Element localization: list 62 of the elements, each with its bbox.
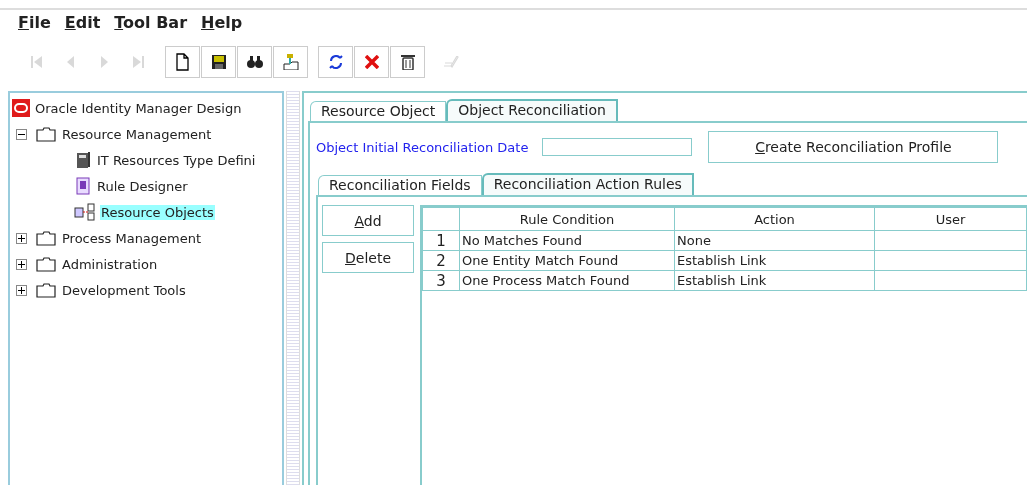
table-cell: One Entity Match Found (459, 250, 675, 271)
table-cell: Establish Link (674, 250, 875, 271)
document-icon (74, 177, 92, 195)
object-icon (74, 203, 96, 221)
last-icon (133, 56, 144, 68)
menu-item[interactable]: File (18, 13, 51, 37)
row-number: 3 (422, 270, 460, 291)
tree-item[interactable]: Process Management (61, 230, 203, 246)
menu-item[interactable]: Edit (64, 13, 101, 37)
tree-item[interactable]: Resource Management (61, 126, 213, 142)
expander-icon[interactable] (16, 284, 27, 296)
tree-item[interactable]: Resource Objects (100, 204, 215, 220)
first-icon (30, 56, 43, 68)
tree-item[interactable]: Administration (61, 256, 159, 272)
pin-folder-icon (282, 54, 299, 70)
menu-item[interactable]: Tool Bar (114, 13, 187, 37)
cancel-button[interactable] (354, 46, 389, 78)
refresh-icon (328, 55, 343, 69)
server-icon (74, 151, 92, 169)
table-cell: None (674, 230, 875, 251)
table-cell: One Process Match Found (459, 270, 675, 291)
trash-icon (400, 54, 415, 70)
refresh-button[interactable] (318, 46, 353, 78)
tree-item[interactable]: IT Resources Type Defini (96, 152, 257, 168)
pencil-icon (444, 56, 459, 68)
tree-root[interactable]: Oracle Identity Manager Design (34, 100, 243, 116)
column-header[interactable]: Action (674, 207, 875, 231)
tab[interactable]: Reconciliation Action Rules (481, 173, 694, 195)
folder-icon (35, 229, 57, 247)
table-cell: Establish Link (674, 270, 875, 291)
right-triangle-icon (101, 56, 108, 68)
folder-icon (35, 125, 57, 143)
tree-item[interactable]: Rule Designer (96, 178, 189, 194)
add-button[interactable]: Add (322, 205, 414, 236)
page-icon (176, 53, 189, 71)
expander-icon[interactable] (16, 258, 27, 270)
find-button[interactable] (237, 46, 272, 78)
row-number: 1 (422, 230, 460, 251)
column-header[interactable]: Rule Condition (459, 207, 675, 231)
tree-item[interactable]: Development Tools (61, 282, 187, 298)
delete-button[interactable] (390, 46, 425, 78)
delete-button[interactable]: Delete (322, 242, 414, 273)
folder-icon (35, 255, 57, 273)
new-button[interactable] (165, 46, 200, 78)
expander-icon[interactable] (16, 232, 27, 244)
create-profile-button[interactable]: Create Reconciliation Profile (708, 131, 999, 163)
logo-icon (12, 99, 30, 117)
tab[interactable]: Object Reconciliation (446, 99, 618, 121)
expander-icon[interactable] (16, 128, 27, 140)
menu-item[interactable]: Help (201, 13, 243, 37)
column-header[interactable]: User (874, 207, 1027, 231)
left-triangle-icon (67, 56, 74, 68)
tab[interactable]: Resource Object (310, 101, 447, 121)
tab[interactable]: Reconciliation Fields (318, 175, 482, 195)
close-icon (364, 55, 379, 69)
date-field[interactable] (542, 138, 693, 156)
field-label: Object Initial Reconciliation Date (316, 139, 529, 155)
folder-icon (35, 281, 57, 299)
save-button[interactable] (201, 46, 236, 78)
row-number: 2 (422, 250, 460, 271)
binoculars-icon (246, 56, 263, 68)
table-cell: No Matches Found (459, 230, 675, 251)
